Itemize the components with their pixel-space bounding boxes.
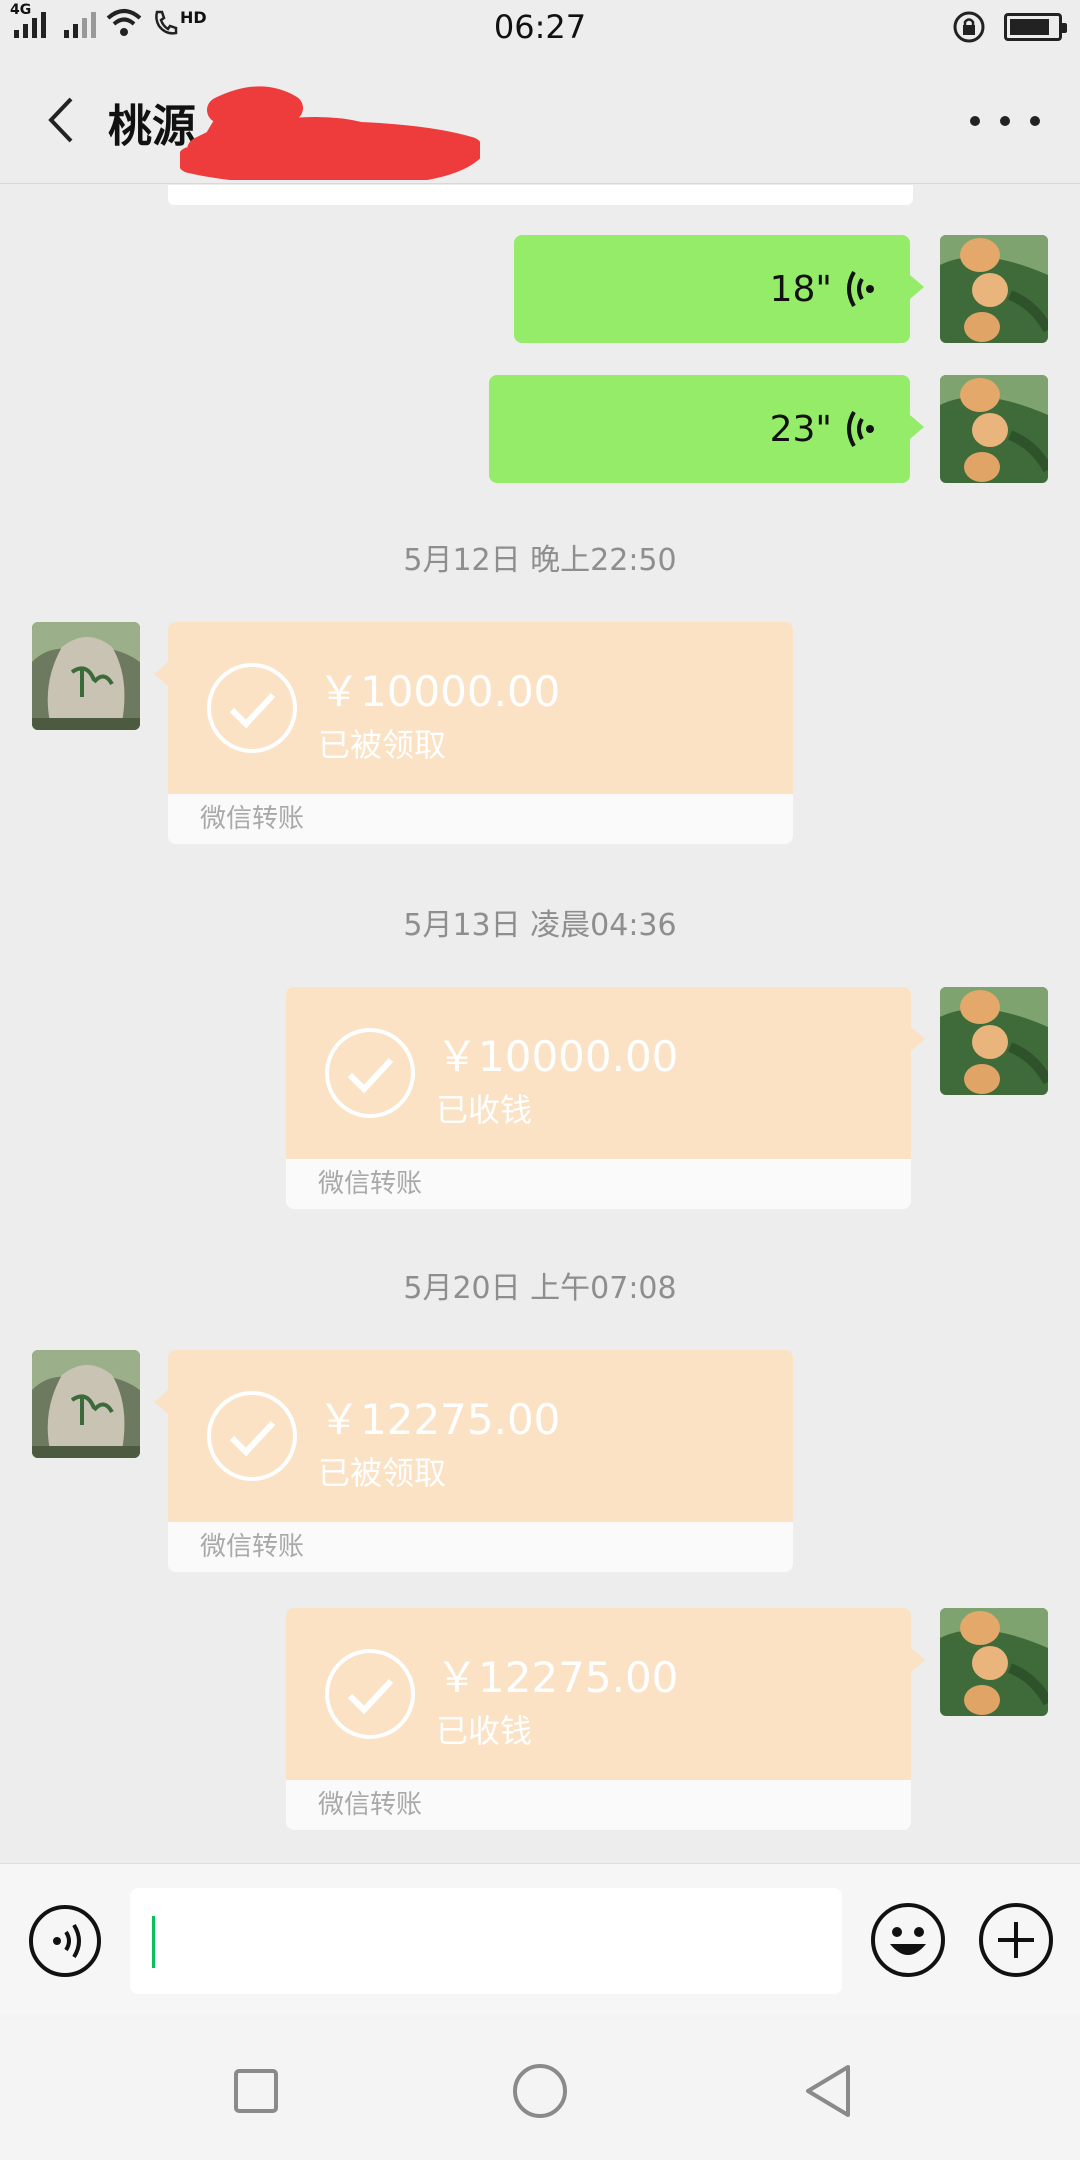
transfer-status: 已收钱	[436, 1712, 533, 1750]
voice-input-icon[interactable]	[28, 1904, 102, 1978]
redaction-scribble	[180, 86, 480, 180]
avatar-self[interactable]	[940, 375, 1048, 483]
transfer-card[interactable]: ￥10000.00 已被领取 微信转账	[154, 622, 793, 844]
transfer-footer: 微信转账	[168, 1522, 793, 1572]
transfer-card-body: ￥12275.00 已被领取	[154, 1350, 793, 1522]
transfer-amount: ￥10000.00	[318, 667, 561, 716]
status-icons-right	[952, 10, 1067, 44]
more-dot	[1030, 116, 1040, 126]
chevron-left-icon	[48, 97, 73, 143]
transfer-card[interactable]: ￥12275.00 已被领取 微信转账	[154, 1350, 793, 1572]
transfer-amount: ￥12275.00	[318, 1395, 561, 1444]
check-circle-icon	[207, 663, 297, 753]
status-bar: 4G HD 06:27	[0, 0, 1080, 56]
avatar-self[interactable]	[940, 987, 1048, 1095]
more-dot	[1000, 116, 1010, 126]
avatar-image	[940, 235, 1048, 343]
avatar-image	[32, 622, 140, 730]
transfer-status: 已收钱	[436, 1091, 533, 1129]
voice-duration: 18"	[769, 268, 832, 310]
avatar-self[interactable]	[940, 235, 1048, 343]
transfer-footer: 微信转账	[286, 1780, 911, 1830]
circle-icon[interactable]	[510, 2061, 570, 2121]
check-circle-icon	[325, 1028, 415, 1118]
rotation-lock-icon	[953, 11, 985, 43]
voice-wave-icon	[847, 410, 874, 448]
input-bar	[0, 1863, 1080, 2015]
system-nav-bar	[0, 2015, 1080, 2160]
voice-message[interactable]: 23"	[489, 375, 924, 483]
transfer-amount: ￥10000.00	[436, 1032, 679, 1081]
avatar-contact[interactable]	[32, 1350, 140, 1458]
chat-message-list[interactable]: 18" 23" 5月12日 晚上22:50 ￥10000.00 已被领取 微信转…	[0, 185, 1080, 1863]
check-circle-icon	[207, 1391, 297, 1481]
transfer-status: 已被领取	[318, 726, 447, 764]
avatar-self[interactable]	[940, 1608, 1048, 1716]
transfer-card[interactable]: ￥10000.00 已收钱 微信转账	[286, 987, 925, 1209]
battery-icon	[1004, 13, 1067, 41]
timestamp: 5月20日 上午07:08	[403, 1271, 677, 1306]
transfer-amount: ￥12275.00	[436, 1653, 679, 1702]
transfer-footer: 微信转账	[168, 794, 793, 844]
voice-duration: 23"	[769, 408, 832, 450]
back-button[interactable]	[30, 90, 90, 150]
voice-message[interactable]: 18"	[514, 235, 924, 343]
status-time: 06:27	[493, 8, 587, 46]
transfer-card-body: ￥12275.00 已收钱	[286, 1608, 925, 1780]
triangle-back-icon[interactable]	[800, 2061, 860, 2121]
plus-icon[interactable]	[978, 1902, 1054, 1978]
chat-header: 桃源	[0, 56, 1080, 184]
more-dot	[970, 116, 980, 126]
transfer-status: 已被领取	[318, 1454, 447, 1492]
square-icon[interactable]	[226, 2061, 286, 2121]
more-button[interactable]	[970, 96, 1040, 146]
check-circle-icon	[325, 1649, 415, 1739]
avatar-image	[940, 987, 1048, 1095]
text-caret	[152, 1916, 155, 1968]
transfer-card-body: ￥10000.00 已被领取	[154, 622, 793, 794]
timestamp: 5月13日 凌晨04:36	[403, 908, 677, 943]
message-input[interactable]	[130, 1888, 842, 1994]
emoji-icon[interactable]	[870, 1902, 946, 1978]
avatar-image	[32, 1350, 140, 1458]
transfer-footer: 微信转账	[286, 1159, 911, 1209]
previous-message-stub	[168, 185, 913, 205]
transfer-card[interactable]: ￥12275.00 已收钱 微信转账	[286, 1608, 925, 1830]
avatar-contact[interactable]	[32, 622, 140, 730]
transfer-card-body: ￥10000.00 已收钱	[286, 987, 925, 1159]
avatar-image	[940, 375, 1048, 483]
avatar-image	[940, 1608, 1048, 1716]
timestamp: 5月12日 晚上22:50	[403, 543, 677, 578]
voice-wave-icon	[847, 270, 874, 308]
